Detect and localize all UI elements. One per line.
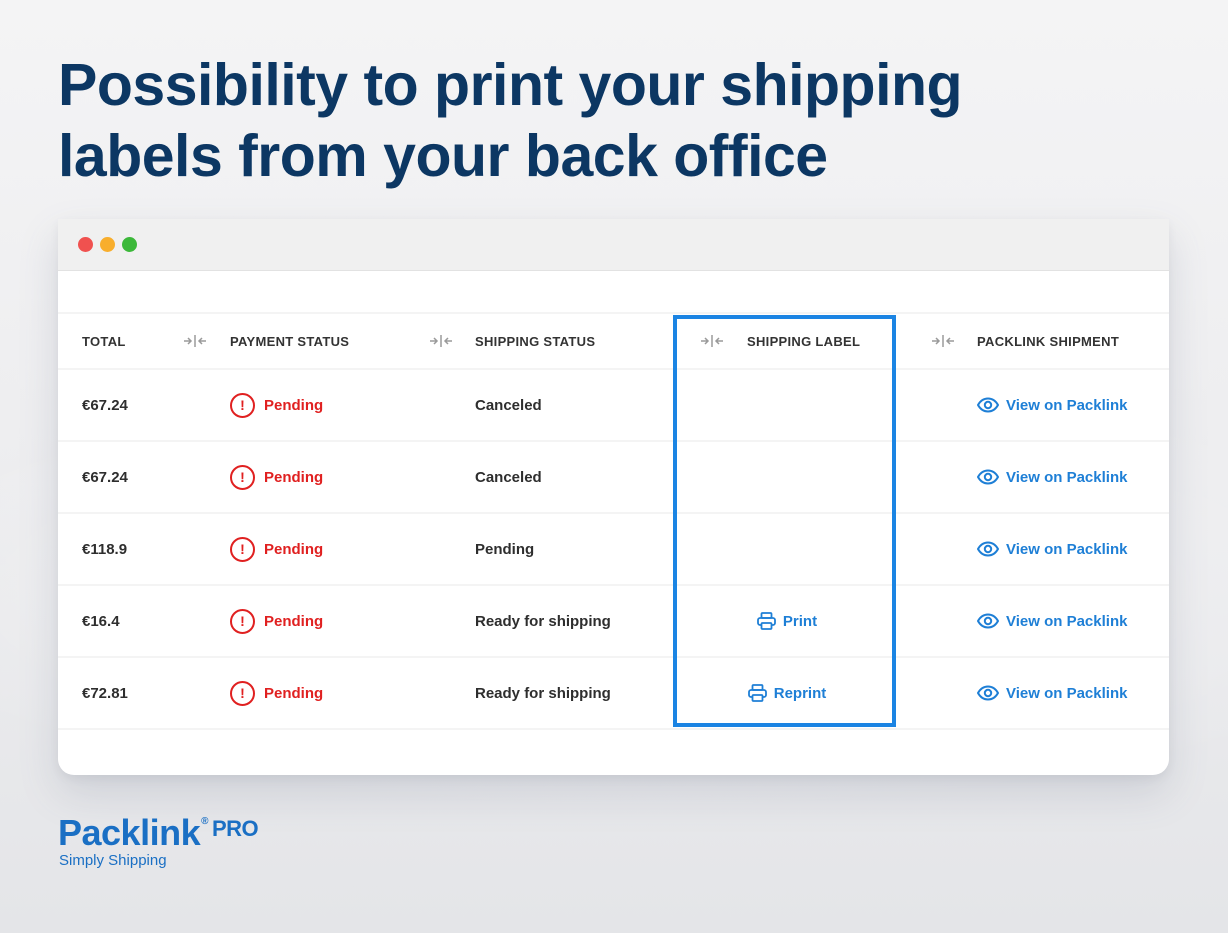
- column-header-total[interactable]: TOTAL: [82, 314, 126, 368]
- browser-window: TOTAL PAYMENT STATUS SHIPPING STATUS SHI…: [58, 219, 1169, 775]
- column-header-shipping-label[interactable]: SHIPPING LABEL: [747, 314, 860, 368]
- view-on-packlink-label: View on Packlink: [1006, 540, 1128, 558]
- total-cell: €118.9: [82, 540, 128, 558]
- eye-icon: [977, 469, 999, 485]
- view-on-packlink-label: View on Packlink: [1006, 612, 1128, 630]
- alert-circle-icon: !: [230, 392, 255, 418]
- payment-status-cell: ! Pending: [230, 442, 323, 512]
- view-on-packlink-label: View on Packlink: [1006, 396, 1128, 414]
- eye-icon: [977, 685, 999, 701]
- eye-icon: [977, 613, 999, 629]
- shipping-label-cell: [680, 442, 894, 512]
- column-header-shipping-status[interactable]: SHIPPING STATUS: [475, 314, 595, 368]
- printer-icon: [757, 612, 776, 630]
- shipping-status-cell: Ready for shipping: [475, 684, 611, 702]
- headline-line-1: Possibility to print your shipping: [58, 52, 963, 118]
- logo-tagline: Simply Shipping: [59, 852, 167, 869]
- printer-icon: [747, 684, 767, 702]
- payment-status-text: Pending: [264, 684, 324, 702]
- shipping-label-cell: Print: [680, 586, 894, 656]
- table-row: €67.24 ! Pending Canceled View on Packli…: [58, 442, 1169, 514]
- view-on-packlink-label: View on Packlink: [1006, 684, 1128, 702]
- shipping-status-cell: Canceled: [475, 396, 542, 414]
- window-titlebar: [58, 219, 1169, 271]
- shipping-label-cell: [680, 514, 894, 584]
- view-on-packlink-link[interactable]: View on Packlink: [977, 658, 1127, 728]
- payment-status-cell: ! Pending: [230, 658, 323, 728]
- view-on-packlink-label: View on Packlink: [1006, 468, 1128, 486]
- alert-circle-icon: !: [230, 608, 255, 634]
- alert-circle-icon: !: [230, 536, 255, 562]
- column-header-packlink-shipment[interactable]: PACKLINK SHIPMENT: [977, 314, 1119, 368]
- column-resize-icon[interactable]: [183, 314, 207, 368]
- column-resize-icon[interactable]: [700, 314, 724, 368]
- payment-status-text: Pending: [264, 612, 324, 630]
- headline-line-2: labels from your back office: [58, 123, 828, 189]
- logo-pro: PRO: [211, 816, 259, 841]
- table-row: €67.24 ! Pending Canceled View on Packli…: [58, 370, 1169, 442]
- payment-status-cell: ! Pending: [230, 586, 323, 656]
- alert-circle-icon: !: [230, 464, 255, 490]
- eye-icon: [977, 541, 999, 557]
- maximize-window-button[interactable]: [122, 237, 137, 252]
- shipping-status-cell: Canceled: [475, 468, 542, 486]
- payment-status-text: Pending: [264, 540, 324, 558]
- reprint-label-button[interactable]: Reprint: [747, 684, 827, 702]
- logo-name: Packlink: [58, 812, 201, 853]
- total-cell: €67.24: [82, 468, 128, 486]
- logo-wordmark: Packlink ® PRO: [58, 812, 259, 854]
- table-row: €118.9 ! Pending Pending View on Packlin…: [58, 514, 1169, 586]
- table-row: €72.81 ! Pending Ready for shipping Repr…: [58, 658, 1169, 730]
- column-header-payment-status[interactable]: PAYMENT STATUS: [230, 314, 349, 368]
- payment-status-cell: ! Pending: [230, 514, 323, 584]
- print-label-button[interactable]: Print: [757, 612, 817, 630]
- view-on-packlink-link[interactable]: View on Packlink: [977, 586, 1127, 656]
- shipping-label-cell: Reprint: [680, 658, 894, 728]
- registered-mark: ®: [201, 816, 208, 827]
- shipping-label-cell: [680, 370, 894, 440]
- column-resize-icon[interactable]: [429, 314, 453, 368]
- packlink-pro-logo: Packlink ® PRO Simply Shipping: [58, 812, 259, 869]
- orders-table: TOTAL PAYMENT STATUS SHIPPING STATUS SHI…: [58, 314, 1169, 730]
- toolbar-area: [58, 271, 1169, 314]
- shipping-status-cell: Ready for shipping: [475, 612, 611, 630]
- minimize-window-button[interactable]: [100, 237, 115, 252]
- table-row: €16.4 ! Pending Ready for shipping Print…: [58, 586, 1169, 658]
- view-on-packlink-link[interactable]: View on Packlink: [977, 514, 1127, 584]
- headline: Possibility to print your shipping label…: [58, 50, 1058, 192]
- view-on-packlink-link[interactable]: View on Packlink: [977, 370, 1127, 440]
- reprint-label-text: Reprint: [773, 684, 827, 702]
- close-window-button[interactable]: [78, 237, 93, 252]
- total-cell: €72.81: [82, 684, 128, 702]
- total-cell: €67.24: [82, 396, 128, 414]
- alert-circle-icon: !: [230, 680, 255, 706]
- print-label-text: Print: [782, 612, 818, 630]
- payment-status-text: Pending: [264, 468, 324, 486]
- payment-status-cell: ! Pending: [230, 370, 323, 440]
- total-cell: €16.4: [82, 612, 120, 630]
- column-resize-icon[interactable]: [931, 314, 955, 368]
- view-on-packlink-link[interactable]: View on Packlink: [977, 442, 1127, 512]
- table-header-row: TOTAL PAYMENT STATUS SHIPPING STATUS SHI…: [58, 314, 1169, 370]
- eye-icon: [977, 397, 999, 413]
- shipping-status-cell: Pending: [475, 540, 535, 558]
- payment-status-text: Pending: [264, 396, 324, 414]
